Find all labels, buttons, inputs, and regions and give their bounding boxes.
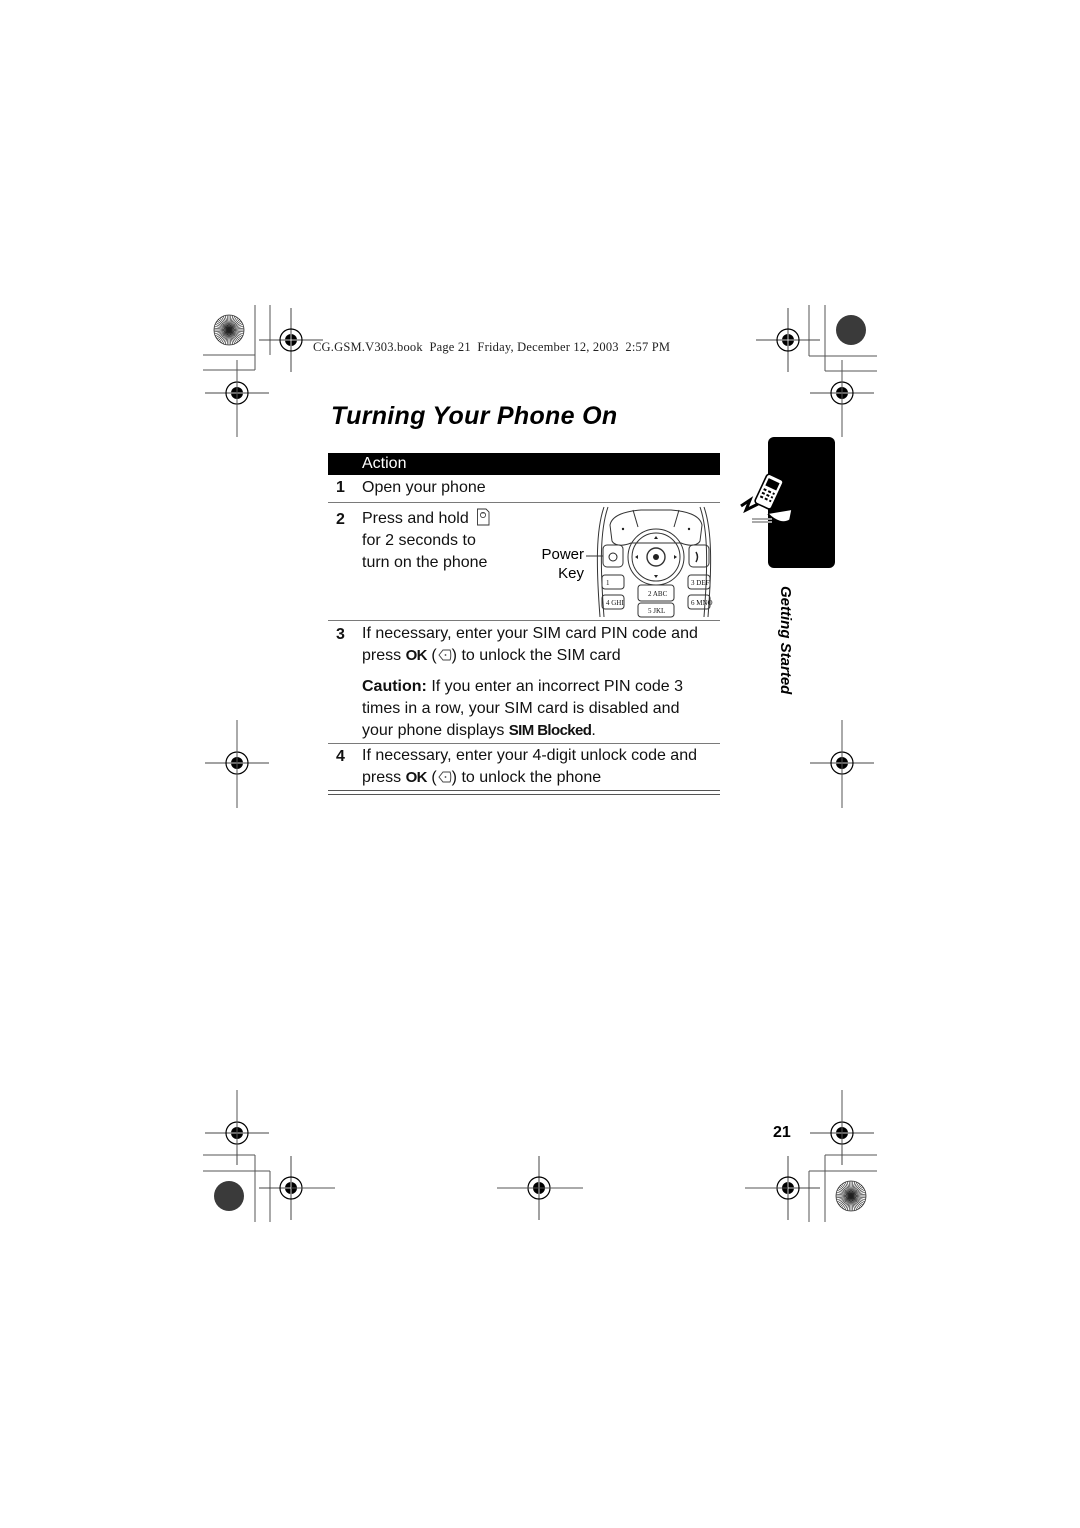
center-select-key-icon	[438, 649, 451, 661]
text-fragment: press	[362, 647, 406, 664]
starburst-bottom-right	[835, 1180, 867, 1212]
table-row: 4 If necessary, enter your 4-digit unloc…	[328, 744, 720, 791]
page-title: Turning Your Phone On	[331, 402, 618, 430]
power-key-icon	[477, 508, 490, 526]
table-row: 3 If necessary, enter your SIM card PIN …	[328, 621, 720, 744]
key-2: 2 ABC	[648, 590, 668, 598]
section-label: Getting Started	[770, 586, 810, 706]
step-text: Press and hold for 2 seconds to turn on …	[362, 508, 490, 574]
key-5: 5 JKL	[648, 607, 665, 615]
step-text: If necessary, enter your SIM card PIN co…	[362, 623, 722, 742]
running-phone-icon	[740, 473, 793, 523]
text-fragment: to unlock the SIM card	[457, 647, 621, 664]
registration-mark	[755, 307, 821, 373]
step-line: press OK () to unlock the SIM card	[362, 647, 621, 664]
ok-key-label: OK	[405, 647, 428, 664]
text-fragment: to unlock the phone	[457, 769, 602, 786]
step-line: If necessary, enter your 4-digit unlock …	[362, 747, 697, 764]
ok-key-label: OK	[405, 769, 428, 786]
page-number: 21	[773, 1124, 791, 1141]
table-row: 1 Open your phone	[328, 475, 720, 503]
table-header: Action	[328, 453, 720, 475]
step-line: If necessary, enter your SIM card PIN co…	[362, 625, 698, 642]
caution-text: your phone displays	[362, 722, 509, 739]
step-number: 2	[336, 511, 345, 528]
step-line: Press and hold	[362, 510, 469, 527]
power-key-callout: Power Key	[534, 545, 584, 583]
phone-keypad-illustration: 1 2 ABC 3 DEF 4 GHI 5 JKL 6 MNO	[586, 506, 713, 618]
solid-dot-bottom-left	[214, 1181, 244, 1211]
key-3: 3 DEF	[691, 579, 710, 587]
step-number: 1	[336, 479, 345, 496]
caution-text: .	[591, 722, 596, 739]
step-line: press OK () to unlock the phone	[362, 769, 602, 786]
solid-dot-top-right	[836, 315, 866, 345]
step-line: for 2 seconds to	[362, 532, 476, 549]
caution-note: Caution: If you enter an incorrect PIN c…	[362, 676, 722, 742]
column-header-action: Action	[362, 455, 407, 472]
step-line: turn on the phone	[362, 554, 488, 571]
sim-blocked-message: SIM Blocked	[508, 722, 592, 739]
callout-line: Key	[558, 565, 584, 582]
table-end-rule	[328, 791, 720, 795]
table-row: 2 Press and hold for 2 seconds to turn o…	[328, 503, 720, 621]
key-4: 4 GHI	[606, 599, 624, 607]
center-select-key-icon	[438, 771, 451, 783]
caution-text: times in a row, your SIM card is disable…	[362, 700, 680, 717]
action-table: Action 1 Open your phone 2 Press and hol…	[328, 453, 720, 795]
print-header: CG.GSM.V303.book Page 21 Friday, Decembe…	[313, 340, 671, 354]
section-label-text: Getting Started	[777, 586, 794, 695]
callout-line: Power	[541, 546, 584, 563]
key-1: 1	[606, 579, 610, 587]
step-text: If necessary, enter your 4-digit unlock …	[362, 745, 722, 789]
caution-text: If you enter an incorrect PIN code 3	[426, 678, 684, 695]
key-6: 6 MNO	[691, 599, 713, 607]
step-number: 3	[336, 626, 345, 643]
step-number: 4	[336, 748, 345, 765]
caution-label: Caution:	[362, 678, 427, 695]
starburst-top-left	[213, 314, 245, 346]
text-fragment: press	[362, 769, 406, 786]
step-text: Open your phone	[362, 479, 486, 496]
